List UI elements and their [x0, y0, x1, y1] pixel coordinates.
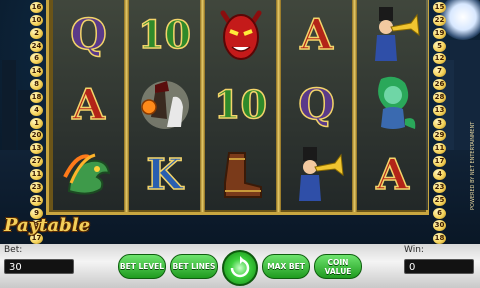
headless-horseman-icon: [129, 70, 200, 140]
coin-value-button[interactable]: COIN VALUE: [314, 254, 362, 279]
win-value-field: 0: [404, 259, 474, 274]
symbol-10: 10: [129, 0, 200, 70]
payline-number: 23: [30, 181, 43, 193]
symbol-glyph: Q: [297, 80, 335, 129]
payline-number: 12: [433, 53, 446, 65]
payline-number: 11: [433, 143, 446, 155]
payline-number: 21: [30, 194, 43, 206]
spin-button[interactable]: [222, 250, 258, 286]
payline-number: 13: [30, 143, 43, 155]
payline-number: 6: [30, 53, 43, 65]
payline-number: 4: [433, 168, 446, 180]
boot-icon: [205, 140, 276, 210]
spin-arrows-icon: [230, 256, 250, 278]
payline-number: 19: [433, 27, 446, 39]
payline-number: 27: [30, 156, 43, 168]
payline-number: 15: [433, 2, 446, 13]
payline-number: 6: [433, 207, 446, 219]
paylines-right: 15221951272628133291117423256301821: [433, 2, 447, 259]
symbol-q: Q: [281, 70, 352, 140]
reel-4: AQ: [281, 0, 352, 210]
reels-area: QA 10 K 10 AQ A: [46, 0, 429, 215]
payline-number: 16: [30, 2, 43, 13]
credit-text: POWERED BY NET ENTERTAINMENT: [470, 121, 476, 210]
payline-number: 25: [433, 194, 446, 206]
devil-mask-icon: [205, 0, 276, 70]
payline-number: 13: [433, 104, 446, 116]
payline-number: 18: [433, 233, 446, 245]
payline-number: 7: [433, 66, 446, 78]
payline-number: 17: [433, 156, 446, 168]
max-bet-button[interactable]: MAX BET: [262, 254, 310, 279]
symbol-a: A: [357, 140, 428, 210]
payline-number: 18: [30, 91, 43, 103]
win-label: Win:: [404, 245, 424, 255]
bet-lines-button[interactable]: BET LINES: [170, 254, 218, 279]
bet-label: Bet:: [4, 245, 23, 255]
payline-number: 29: [433, 130, 446, 142]
payline-number: 24: [30, 40, 43, 52]
trumpeter-icon: [281, 140, 352, 210]
symbol-glyph: K: [145, 150, 183, 199]
paytable-button[interactable]: Paytable: [4, 213, 90, 239]
symbol-glyph: 10: [137, 12, 191, 57]
reel-2: 10 K: [129, 0, 200, 210]
symbol-glyph: A: [375, 150, 409, 199]
bet-level-button[interactable]: BET LEVEL: [118, 254, 166, 279]
trumpeter-icon: [357, 0, 428, 70]
symbol-glyph: Q: [69, 10, 107, 59]
payline-number: 26: [433, 79, 446, 91]
payline-number: 11: [30, 168, 43, 180]
reel-1: QA: [53, 0, 124, 210]
symbol-a: A: [281, 0, 352, 70]
symbol-glyph: 10: [213, 82, 267, 127]
dragon-icon: [53, 140, 124, 210]
payline-number: 3: [433, 117, 446, 129]
symbol-q: Q: [53, 0, 124, 70]
payline-number: 28: [433, 91, 446, 103]
payline-number: 2: [30, 27, 43, 39]
bet-value-field: 30: [4, 259, 74, 274]
payline-number: 10: [30, 14, 43, 26]
payline-number: 5: [433, 40, 446, 52]
reel-5: A: [357, 0, 428, 210]
symbol-glyph: A: [71, 80, 105, 129]
payline-number: 23: [433, 181, 446, 193]
payline-number: 20: [30, 130, 43, 142]
symbol-glyph: A: [299, 10, 333, 59]
mermaid-icon: [357, 70, 428, 140]
payline-number: 30: [433, 220, 446, 232]
payline-number: 22: [433, 14, 446, 26]
payline-number: 8: [30, 79, 43, 91]
reel-3: 10: [205, 0, 276, 210]
symbol-a: A: [53, 70, 124, 140]
payline-number: 4: [30, 104, 43, 116]
payline-number: 1: [30, 117, 43, 129]
symbol-k: K: [129, 140, 200, 210]
payline-number: 14: [30, 66, 43, 78]
symbol-10: 10: [205, 70, 276, 140]
